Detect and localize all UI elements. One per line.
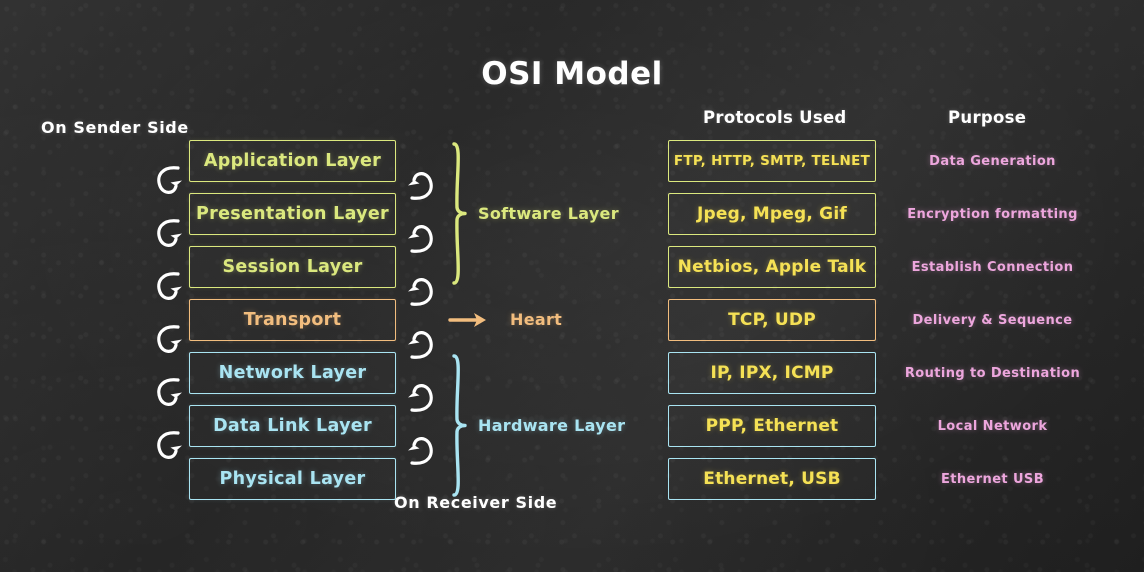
purpose-text: Encryption formatting (907, 206, 1078, 222)
heart-arrow-icon (448, 308, 490, 336)
protocols-column-header: Protocols Used (703, 108, 847, 127)
receiver-side-label: On Receiver Side (394, 493, 558, 512)
receiver-up-arrow-icon (404, 321, 438, 361)
page-title: OSI Model (481, 56, 663, 92)
receiver-up-arrow-icon (404, 162, 438, 202)
sender-down-arrow-icon (152, 217, 186, 257)
layer-box[interactable]: Application Layer (189, 140, 396, 182)
purpose-column-header: Purpose (948, 108, 1027, 127)
purpose-text: Establish Connection (911, 259, 1074, 275)
layer-box[interactable]: Presentation Layer (189, 193, 396, 235)
layer-box[interactable]: Session Layer (189, 246, 396, 288)
receiver-up-arrow-icon (404, 427, 438, 467)
group-label: Hardware Layer (478, 415, 626, 435)
receiver-up-arrow-icon (404, 374, 438, 414)
purpose-text: Local Network (937, 418, 1048, 434)
protocol-box[interactable]: FTP, HTTP, SMTP, TELNET (668, 140, 876, 182)
purpose-text: Delivery & Sequence (912, 312, 1073, 328)
sender-side-label: On Sender Side (41, 118, 189, 137)
hardware-brace-icon (448, 354, 470, 501)
protocol-box[interactable]: TCP, UDP (668, 299, 876, 341)
purpose-text: Data Generation (929, 153, 1056, 169)
purpose-text: Routing to Destination (904, 365, 1081, 381)
sender-down-arrow-icon (152, 323, 186, 363)
protocol-box[interactable]: PPP, Ethernet (668, 405, 876, 447)
sender-down-arrow-icon (152, 429, 186, 469)
protocol-box[interactable]: Ethernet, USB (668, 458, 876, 500)
software-brace-icon (448, 142, 470, 289)
purpose-text: Ethernet USB (940, 471, 1045, 487)
diagram-canvas: OSI Model On Sender Side On Receiver Sid… (0, 0, 1144, 572)
layer-box[interactable]: Physical Layer (189, 458, 396, 500)
receiver-up-arrow-icon (404, 215, 438, 255)
protocol-box[interactable]: Netbios, Apple Talk (668, 246, 876, 288)
layer-box[interactable]: Data Link Layer (189, 405, 396, 447)
group-label: Software Layer (478, 203, 619, 223)
layer-box[interactable]: Network Layer (189, 352, 396, 394)
sender-down-arrow-icon (152, 376, 186, 416)
protocol-box[interactable]: Jpeg, Mpeg, Gif (668, 193, 876, 235)
sender-down-arrow-icon (152, 270, 186, 310)
protocol-box[interactable]: IP, IPX, ICMP (668, 352, 876, 394)
layer-box[interactable]: Transport (189, 299, 396, 341)
group-label: Heart (510, 310, 563, 329)
receiver-up-arrow-icon (404, 268, 438, 308)
sender-down-arrow-icon (152, 164, 186, 204)
